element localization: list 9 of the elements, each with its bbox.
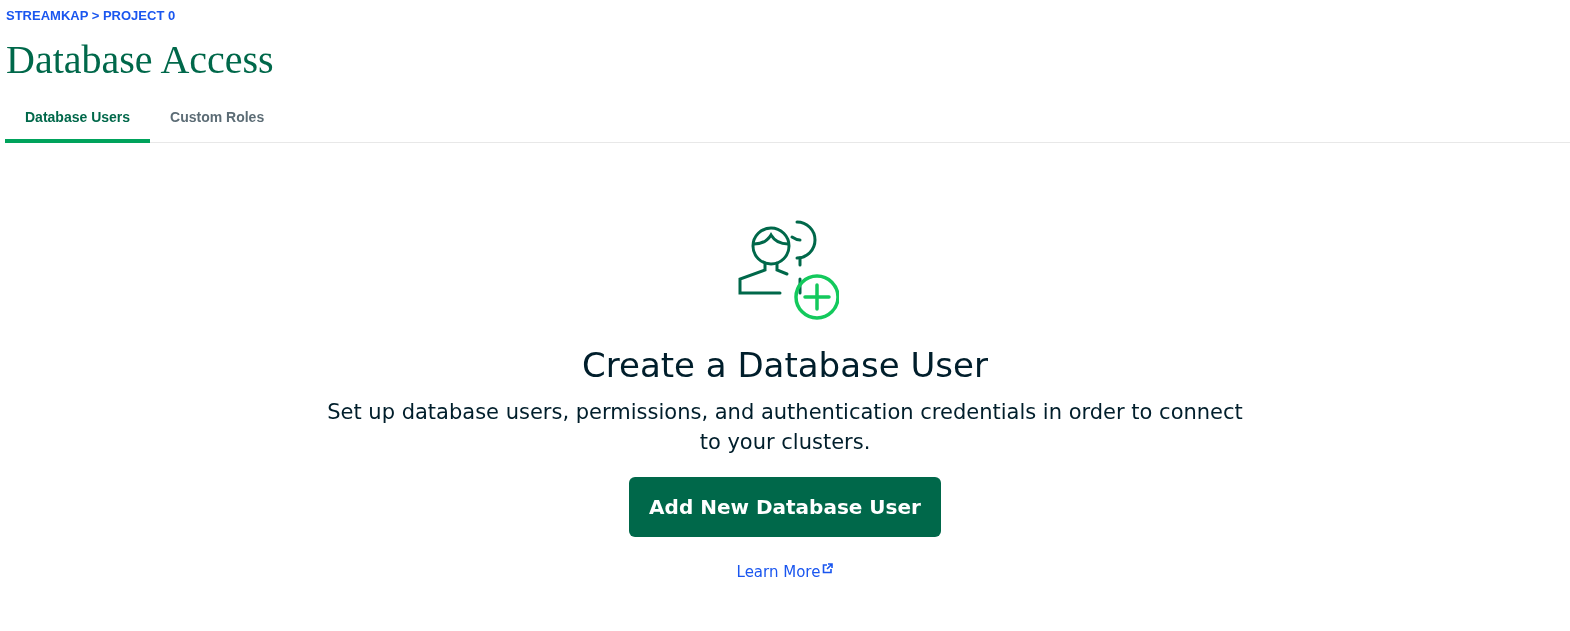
- learn-more-link[interactable]: Learn More: [736, 563, 834, 581]
- breadcrumb-link[interactable]: STREAMKAP > PROJECT 0: [6, 8, 176, 23]
- page-title: Database Access: [6, 36, 274, 83]
- external-link-icon: [822, 563, 834, 574]
- tab[interactable]: Custom Roles: [150, 109, 285, 143]
- add-user-button[interactable]: Add New Database User: [629, 477, 941, 537]
- empty-state-heading: Create a Database User: [582, 345, 988, 385]
- empty-state-description: Set up database users, permissions, and authentication credentials in order to connect to your clusters.: [326, 399, 1244, 456]
- tab[interactable]: Database Users: [5, 109, 151, 143]
